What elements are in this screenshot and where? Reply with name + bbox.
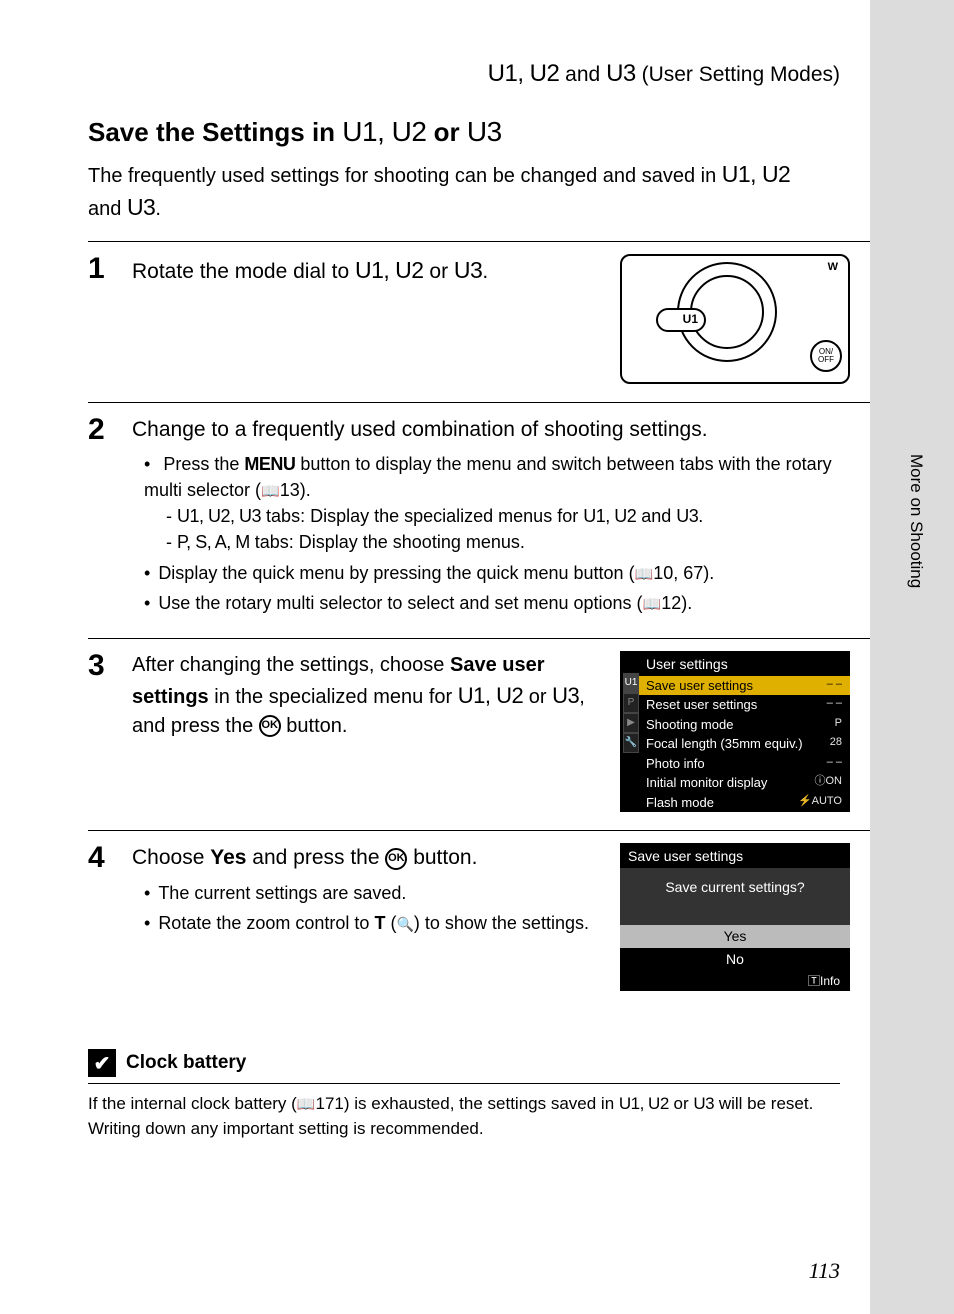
tab-p: P <box>623 693 639 713</box>
step3-text: After changing the settings, choose Save… <box>132 651 598 741</box>
clock-battery-note: ✔ Clock battery If the internal clock ba… <box>88 1049 870 1141</box>
book-icon <box>261 480 280 500</box>
menu-row: Save user settings– – <box>638 676 850 696</box>
step1-text: Rotate the mode dial to U1, U2 or U3. <box>132 254 610 287</box>
header-modes12: U1, U2 <box>488 60 560 87</box>
menu-row: Flash mode⚡AUTO <box>638 793 850 813</box>
tab-play: ▶ <box>623 713 639 733</box>
menu-row: Reset user settings– – <box>638 695 850 715</box>
book-icon <box>643 593 662 613</box>
step4-bullet1: The current settings are saved. <box>144 880 598 906</box>
intro-paragraph: The frequently used settings for shootin… <box>88 158 870 225</box>
note-title: Clock battery <box>126 1052 246 1074</box>
book-icon <box>635 563 654 583</box>
page-title: Save the Settings in U1, U2 or U3 <box>88 116 870 148</box>
step2-bullet1: Press the MENU button to display the men… <box>144 451 850 555</box>
side-tab-label: More on Shooting <box>906 454 926 588</box>
onoff-button-icon: ON/ OFF <box>810 340 842 372</box>
option-yes: Yes <box>620 925 850 948</box>
magnify-icon <box>396 913 413 933</box>
save-confirm-screenshot: Save user settings Save current settings… <box>620 843 850 991</box>
manual-page: U1, U2 and U3 (User Setting Modes) Save … <box>0 0 870 1314</box>
ok-button-icon: OK <box>385 848 407 870</box>
step-number: 3 <box>88 651 132 813</box>
step2-bullet2: Display the quick menu by pressing the q… <box>144 560 850 586</box>
ok-button-icon: OK <box>259 715 281 737</box>
step-number: 4 <box>88 843 132 991</box>
book-icon <box>297 1094 316 1113</box>
step-number: 1 <box>88 254 132 384</box>
page-number: 113 <box>809 1258 840 1284</box>
lcd-title: Save user settings <box>620 843 850 868</box>
section-header: U1, U2 and U3 (User Setting Modes) <box>88 60 870 88</box>
step-4: 4 Choose Yes and press the OK button. Th… <box>88 830 870 1009</box>
step-2: 2 Change to a frequently used combinatio… <box>88 402 870 638</box>
step2-bullet3: Use the rotary multi selector to select … <box>144 590 850 616</box>
zoom-w-label: W <box>828 260 838 276</box>
tab-setup: 🔧 <box>623 733 639 753</box>
user-settings-menu-screenshot: U1 P ▶ 🔧 User settings Save user setting… <box>620 651 850 813</box>
menu-button-glyph: MENU <box>244 454 295 474</box>
lcd-info-footer: 🅃Info <box>620 971 850 991</box>
menu-tabs: U1 P ▶ 🔧 <box>623 673 639 753</box>
mode-dial-illustration: U1 ON/ OFF W <box>620 254 850 384</box>
menu-row: Photo info– – <box>638 754 850 774</box>
lcd-title: User settings <box>638 651 850 676</box>
menu-row: Initial monitor displayⓘON <box>638 773 850 793</box>
note-body: If the internal clock battery (171) is e… <box>88 1092 840 1141</box>
menu-row: Focal length (35mm equiv.)28 <box>638 734 850 754</box>
header-mode3: U3 <box>606 60 636 87</box>
menu-row: Shooting modeP <box>638 715 850 735</box>
option-no: No <box>620 948 850 971</box>
note-check-icon: ✔ <box>88 1049 116 1077</box>
dial-pointer: U1 <box>656 308 706 332</box>
step4-bullet2: Rotate the zoom control to T () to show … <box>144 910 598 936</box>
step4-lead: Choose Yes and press the OK button. <box>132 843 598 873</box>
step2-lead: Change to a frequently used combination … <box>132 415 850 445</box>
lcd-prompt: Save current settings? <box>620 868 850 925</box>
tab-u1: U1 <box>623 673 639 693</box>
step-3: 3 After changing the settings, choose Sa… <box>88 638 870 831</box>
step-1: 1 Rotate the mode dial to U1, U2 or U3. … <box>88 241 870 402</box>
step-number: 2 <box>88 415 132 620</box>
